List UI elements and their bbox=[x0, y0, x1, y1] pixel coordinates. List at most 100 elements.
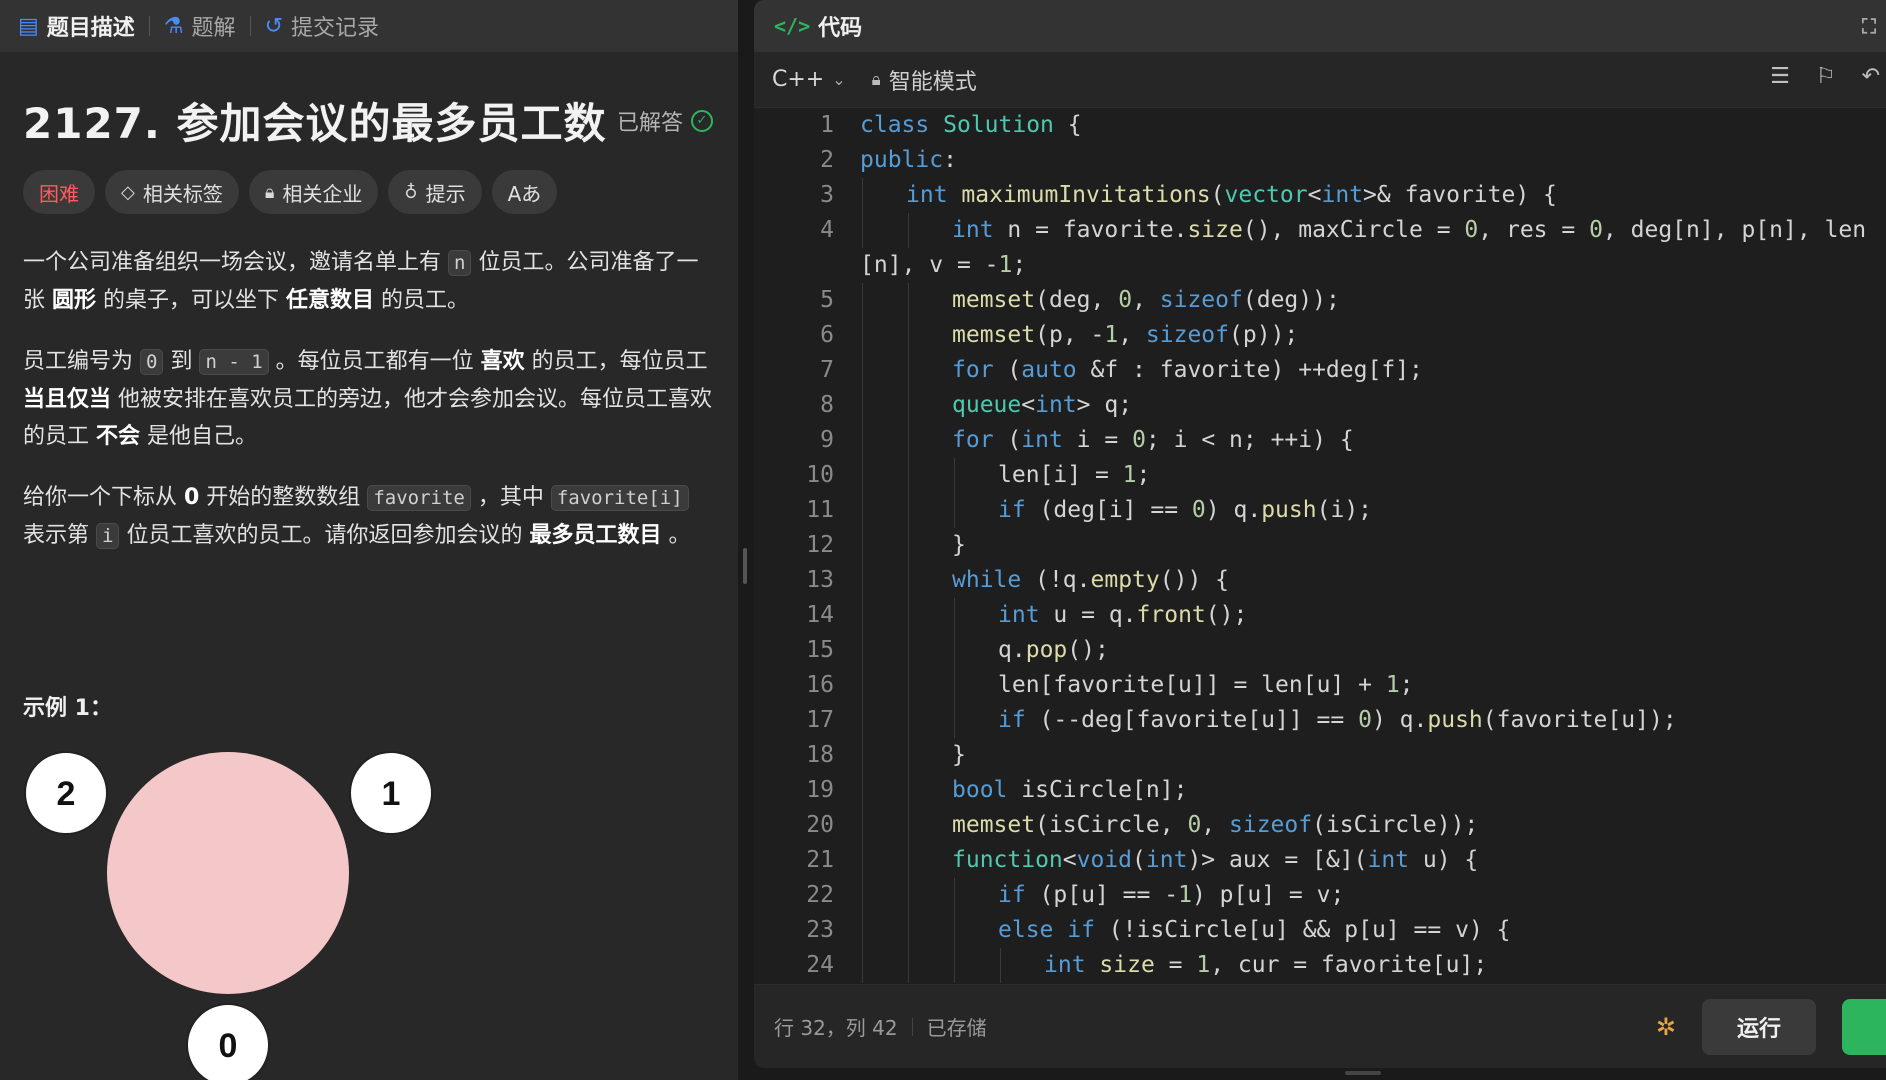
indent-guide bbox=[862, 843, 863, 878]
code-line[interactable]: 10 len[i] = 1; bbox=[754, 458, 1886, 493]
cursor-position: 行 32，列 42 bbox=[774, 1016, 898, 1040]
code-line[interactable]: [n], v = -1; bbox=[754, 248, 1886, 283]
code-line[interactable]: 2 public: bbox=[754, 143, 1886, 178]
indent-guide bbox=[862, 808, 863, 843]
code-line[interactable]: 9 for (int i = 0; i < n; ++i) { bbox=[754, 423, 1886, 458]
indent-guide bbox=[862, 633, 863, 668]
indent-guide bbox=[908, 948, 909, 983]
line-number: 3 bbox=[820, 182, 834, 208]
code-line[interactable]: 23 else if (!isCircle[u] && p[u] == v) { bbox=[754, 913, 1886, 948]
indent-guide bbox=[908, 738, 909, 773]
example-label: 示例 1： bbox=[23, 696, 112, 721]
companies-button[interactable]: 🔒︎ 相关企业 bbox=[248, 170, 379, 214]
bold-text: 最多员工数目 bbox=[529, 523, 662, 548]
code-line[interactable]: 20 memset(isCircle, 0, sizeof(isCircle)); bbox=[754, 808, 1886, 843]
line-number: 7 bbox=[820, 357, 834, 383]
code-line[interactable]: 18} bbox=[754, 738, 1886, 773]
indent-guide bbox=[862, 913, 863, 948]
code-line[interactable]: 7 for (auto &f : favorite) ++deg[f]; bbox=[754, 353, 1886, 388]
indent-guide bbox=[1000, 948, 1001, 983]
inline-code: n bbox=[448, 250, 472, 276]
code-line[interactable]: 5 memset(deg, 0, sizeof(deg)); bbox=[754, 283, 1886, 318]
code-line[interactable]: 15 q.pop(); bbox=[754, 633, 1886, 668]
code-text: memset(isCircle, 0, sizeof(isCircle)); bbox=[952, 812, 1479, 838]
tab-description[interactable]: ▤ 题目描述 bbox=[18, 10, 135, 42]
resize-grip[interactable] bbox=[743, 548, 747, 584]
code-text: len[i] = 1; bbox=[998, 462, 1151, 488]
code-line[interactable]: 22 if (p[u] == -1) p[u] = v; bbox=[754, 878, 1886, 913]
line-number: 15 bbox=[806, 637, 834, 663]
indent-guide bbox=[862, 528, 863, 563]
line-number: 11 bbox=[806, 497, 834, 523]
line-number: 14 bbox=[806, 602, 834, 628]
code-line[interactable]: 13 while (!q.empty()) { bbox=[754, 563, 1886, 598]
indent-guide bbox=[862, 458, 863, 493]
code-line[interactable]: 6 memset(p, -1, sizeof(p)); bbox=[754, 318, 1886, 353]
code-line[interactable]: 21 function<void(int)> aux = [&](int u) { bbox=[754, 843, 1886, 878]
text: 的桌子，可以坐下 bbox=[96, 288, 287, 313]
translate-button[interactable]: Aあ bbox=[491, 170, 558, 214]
code-line[interactable]: 17 if (--deg[favorite[u]] == 0) q.push(fa… bbox=[754, 703, 1886, 738]
code-line[interactable]: 3 int maximumInvitations(vector<int>& fav… bbox=[754, 178, 1886, 213]
code-text: int n = favorite.size(), maxCircle = 0, … bbox=[952, 217, 1867, 243]
text: 表示第 bbox=[23, 523, 96, 548]
code-line[interactable]: 12} bbox=[754, 528, 1886, 563]
indent-guide bbox=[908, 493, 909, 528]
code-line[interactable]: 8 queue<int> q; bbox=[754, 388, 1886, 423]
hint-button[interactable]: ♁ 提示 bbox=[388, 170, 482, 214]
code-line[interactable]: 24 int size = 1, cur = favorite[u]; bbox=[754, 948, 1886, 983]
indent-guide bbox=[954, 913, 955, 948]
indent-guide bbox=[862, 318, 863, 353]
smart-mode[interactable]: 🔒︎ 智能模式 bbox=[872, 64, 977, 96]
status-separator bbox=[911, 1017, 913, 1036]
history-icon: ↺ bbox=[264, 13, 283, 39]
indent-guide bbox=[862, 493, 863, 528]
code-text: if (--deg[favorite[u]] == 0) q.push(favo… bbox=[998, 707, 1677, 733]
indent-guide bbox=[954, 703, 955, 738]
code-text: public: bbox=[860, 147, 957, 173]
code-line[interactable]: 19 bool isCircle[n]; bbox=[754, 773, 1886, 808]
debug-icon[interactable]: ✲ bbox=[1656, 1013, 1676, 1041]
tab-solutions[interactable]: ⚗ 题解 bbox=[164, 10, 236, 42]
language-select[interactable]: C++ ⌄ bbox=[772, 67, 846, 92]
expand-icon[interactable]: ⛶ bbox=[1862, 14, 1876, 38]
code-text: [n], v = -1; bbox=[860, 252, 1027, 278]
translate-icon: Aあ bbox=[507, 181, 542, 206]
lightbulb-icon: ♁ bbox=[404, 181, 418, 203]
indent-guide bbox=[908, 668, 909, 703]
text: 开始的整数数组 bbox=[199, 485, 368, 510]
panel-resizer[interactable] bbox=[738, 0, 752, 1080]
bold-text: 当且仅当 bbox=[23, 387, 112, 412]
reset-icon[interactable]: ↶ bbox=[1862, 64, 1880, 89]
indent-guide bbox=[908, 808, 909, 843]
tags-button[interactable]: ◇ 相关标签 bbox=[105, 170, 239, 214]
bookmark-icon[interactable]: ⚐ bbox=[1816, 64, 1836, 89]
tags-label: 相关标签 bbox=[142, 181, 223, 206]
submit-button[interactable] bbox=[1842, 999, 1886, 1055]
text: 。每位员工都有一位 bbox=[268, 349, 481, 374]
bold-text: 喜欢 bbox=[480, 349, 525, 374]
code-line[interactable]: 11 if (deg[i] == 0) q.push(i); bbox=[754, 493, 1886, 528]
hint-label: 提示 bbox=[425, 181, 466, 206]
run-button[interactable]: 运行 bbox=[1702, 999, 1816, 1055]
line-number: 8 bbox=[820, 392, 834, 418]
indent-guide bbox=[862, 283, 863, 318]
code-line[interactable]: 4 int n = favorite.size(), maxCircle = 0,… bbox=[754, 213, 1886, 248]
bottom-resize-grip[interactable] bbox=[1345, 1071, 1381, 1075]
code-text: } bbox=[952, 532, 966, 558]
indent-guide bbox=[908, 598, 909, 633]
tag-icon: ◇ bbox=[121, 181, 135, 203]
code-line[interactable]: 14 int u = q.front(); bbox=[754, 598, 1886, 633]
code-panel-header: </> 代码 ⛶ bbox=[754, 0, 1886, 52]
code-line[interactable]: 1 class Solution { bbox=[754, 108, 1886, 143]
lock-icon: 🔒︎ bbox=[871, 69, 881, 90]
bold-text: 任意数目 bbox=[286, 288, 375, 313]
indent-guide bbox=[862, 388, 863, 423]
indent-guide bbox=[862, 948, 863, 983]
code-editor[interactable]: 1 class Solution {2 public: 3 int maximumInv… bbox=[754, 108, 1886, 984]
line-number: 9 bbox=[820, 427, 834, 453]
code-line[interactable]: 16 len[favorite[u]] = len[u] + 1; bbox=[754, 668, 1886, 703]
tab-submissions[interactable]: ↺ 提交记录 bbox=[265, 10, 379, 42]
indent-guide bbox=[908, 318, 909, 353]
format-icon[interactable]: ☰ bbox=[1770, 64, 1790, 89]
